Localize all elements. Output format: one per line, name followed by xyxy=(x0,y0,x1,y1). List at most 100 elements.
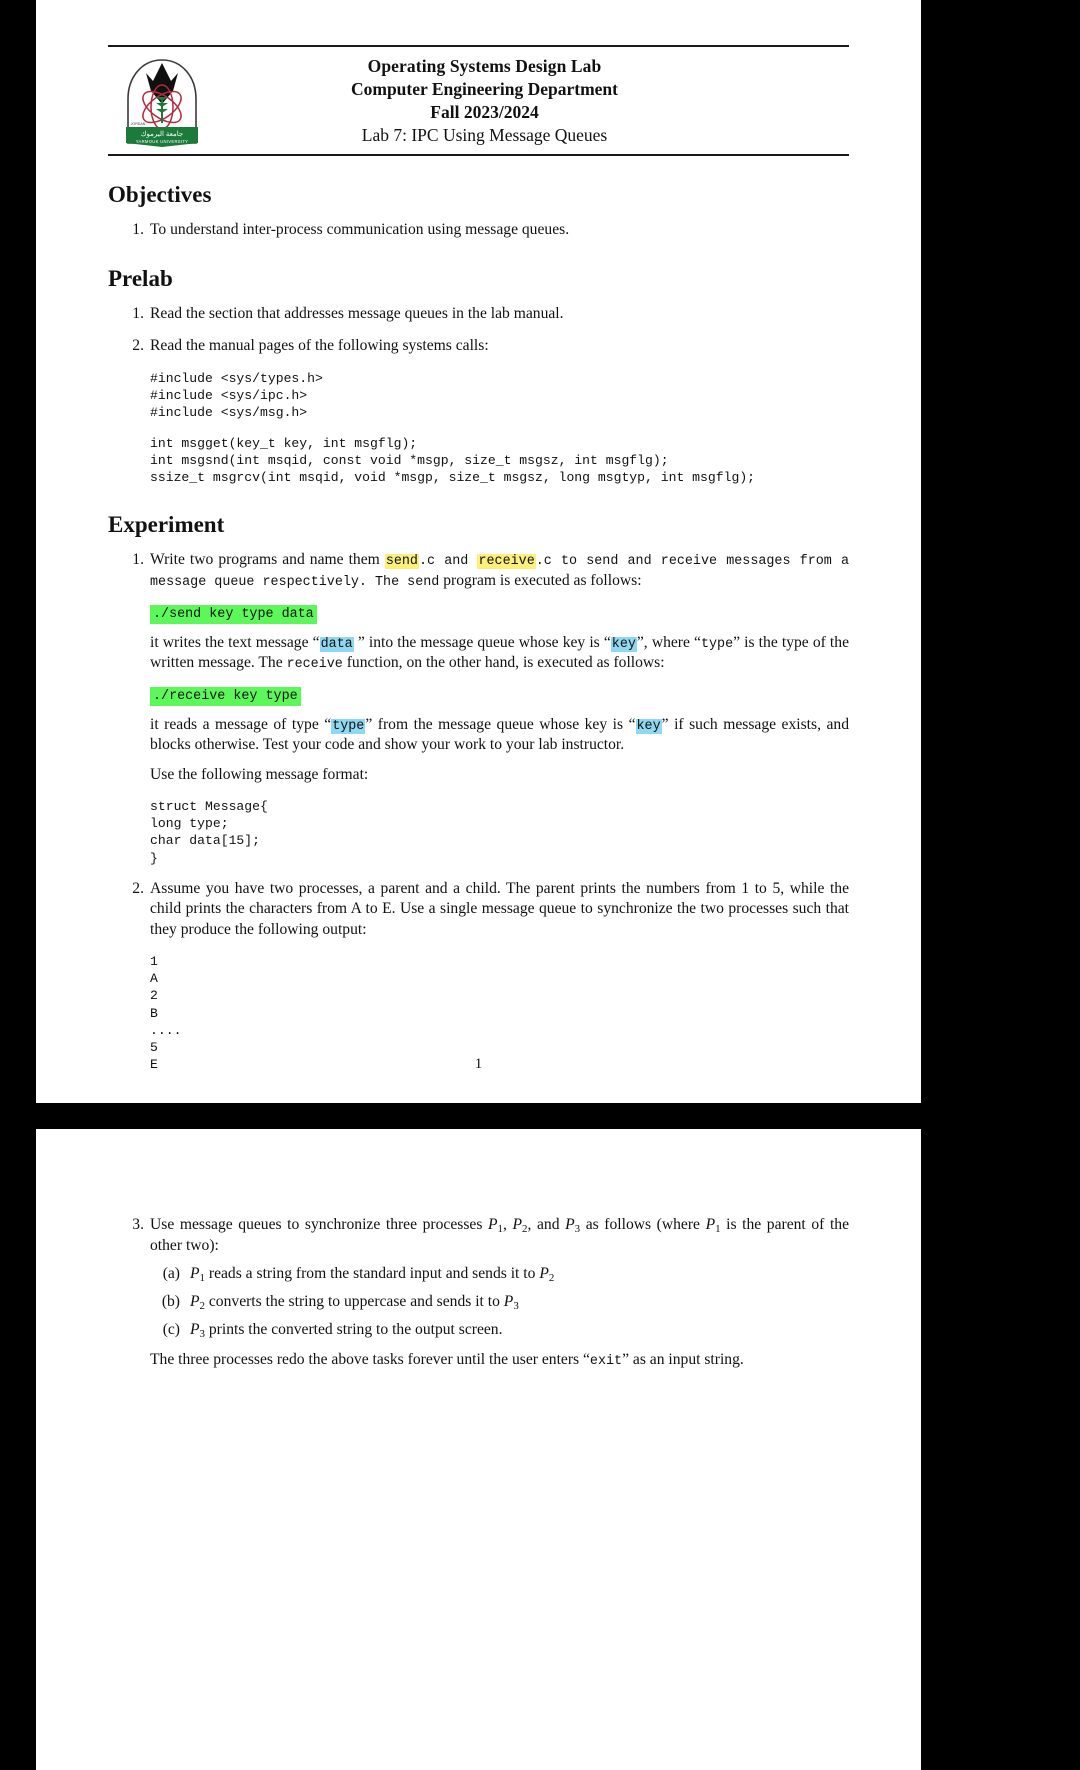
program-name-receive: receive xyxy=(286,657,343,673)
code-block-struct-message: struct Message{ long type; char data[15]… xyxy=(150,798,268,866)
text-run: it reads a message of type “ xyxy=(150,715,332,733)
math-symbol: P xyxy=(190,1264,200,1282)
math-var: P2 xyxy=(539,1264,554,1284)
code-block-prototypes: int msgget(key_t key, int msgflg); int m… xyxy=(150,435,756,486)
sub-item-text: P3 prints the converted string to the ou… xyxy=(190,1320,503,1340)
text-run: ” from the message queue whose key is “ xyxy=(365,715,636,733)
arg-type-highlight: type xyxy=(331,718,366,734)
math-p2: P2 xyxy=(512,1216,528,1235)
experiment-list: 1. Write two programs and name them send… xyxy=(108,550,849,1073)
text-run: ” into the message queue whose key is “ xyxy=(353,633,611,651)
math-symbol: P xyxy=(190,1320,200,1338)
page-separator xyxy=(0,1103,1080,1129)
header-line-department: Computer Engineering Department xyxy=(350,78,618,99)
list-item-number: 1. xyxy=(132,220,144,238)
objectives-list: 1. To understand inter-process communica… xyxy=(108,220,849,240)
paragraph-closing: The three processes redo the above tasks… xyxy=(150,1350,849,1370)
page-1-content: جامعة اليرموك YARMOUK UNIVERSITY JORDAN … xyxy=(36,0,921,1074)
command-receive: ./receive key type xyxy=(150,687,849,707)
command-send: ./send key type data xyxy=(150,605,849,625)
arg-key: key xyxy=(610,636,637,652)
command-send-text: ./send key type data xyxy=(150,605,317,625)
text-run: The three processes redo the above tasks… xyxy=(150,1351,590,1369)
code-block-includes: #include <sys/types.h> #include <sys/ipc… xyxy=(150,370,323,421)
university-logo: جامعة اليرموك YARMOUK UNIVERSITY JORDAN xyxy=(108,55,216,148)
math-var: P3 xyxy=(503,1292,519,1312)
text-run: Write two programs and name them xyxy=(150,551,385,569)
list-item: 1. Read the section that addresses messa… xyxy=(108,304,849,324)
list-item-number: 2. xyxy=(132,337,144,355)
math-symbol: P xyxy=(565,1216,575,1233)
yarmouk-university-crest-icon: جامعة اليرموك YARMOUK UNIVERSITY JORDAN xyxy=(126,59,198,148)
list-item-text: Read the manual pages of the following s… xyxy=(150,337,489,355)
text-run: converts the string to uppercase and sen… xyxy=(204,1292,504,1310)
arg-type: type xyxy=(700,636,734,652)
text-run: function, on the other hand, is executed… xyxy=(342,654,665,672)
list-item-number: 1. xyxy=(132,305,144,323)
text-run: , and xyxy=(527,1216,566,1233)
header-titles: Operating Systems Design Lab Computer En… xyxy=(216,55,849,148)
prelab-list: 1. Read the section that addresses messa… xyxy=(108,304,849,486)
text-run: prints the converted string to the outpu… xyxy=(204,1320,503,1338)
math-var: P3 xyxy=(190,1320,205,1340)
list-item-text: Assume you have two processes, a parent … xyxy=(150,879,849,938)
heading-objectives: Objectives xyxy=(108,181,212,207)
header-line-course: Operating Systems Design Lab xyxy=(367,56,602,76)
text-run: it writes the text message “ xyxy=(150,633,320,651)
list-item-number: (b) xyxy=(161,1292,180,1310)
heading-experiment: Experiment xyxy=(108,512,225,538)
heading-prelab: Prelab xyxy=(108,266,173,292)
paragraph-message-format: Use the following message format: xyxy=(150,765,369,783)
text-run: as follows (where xyxy=(580,1216,706,1233)
text-run: ” as an input string. xyxy=(622,1351,744,1369)
program-name-send: send xyxy=(407,574,440,590)
paragraph-receive-description: it reads a message of type “type” from t… xyxy=(150,715,849,756)
list-item: 1. Write two programs and name them send… xyxy=(108,550,849,867)
math-symbol: P xyxy=(488,1216,498,1233)
arg-key-highlight: key xyxy=(635,718,662,734)
math-p3: P3 xyxy=(565,1216,580,1235)
filename-send: send xyxy=(384,554,419,570)
math-var: P1 xyxy=(190,1264,205,1284)
math-symbol: P xyxy=(503,1292,514,1310)
math-symbol: P xyxy=(190,1292,200,1310)
sub-item-text: P1 reads a string from the standard inpu… xyxy=(190,1264,554,1284)
list-item: 2. Read the manual pages of the followin… xyxy=(108,336,849,486)
math-symbol: P xyxy=(512,1216,523,1233)
header-rule-bottom xyxy=(108,153,849,156)
list-item: 1. To understand inter-process communica… xyxy=(108,220,849,240)
list-item-text: Read the section that addresses message … xyxy=(150,305,564,323)
header-band: جامعة اليرموك YARMOUK UNIVERSITY JORDAN … xyxy=(108,47,849,154)
text-run: ”, where “ xyxy=(636,633,701,651)
experiment-list-continued: 3. Use message queues to synchronize thr… xyxy=(108,1215,849,1371)
list-item: (b) P2 converts the string to uppercase … xyxy=(150,1292,849,1313)
math-symbol: P xyxy=(539,1264,549,1282)
text-run: reads a string from the standard input a… xyxy=(204,1264,540,1282)
list-item: (c) P3 prints the converted string to th… xyxy=(150,1320,849,1341)
experiment-item3-sublist: (a) P1 reads a string from the standard … xyxy=(150,1264,849,1342)
svg-text:JORDAN: JORDAN xyxy=(131,122,146,126)
filename-receive: receive xyxy=(477,554,536,570)
list-item-text: To understand inter-process communicatio… xyxy=(150,220,570,238)
math-subscript: 3 xyxy=(513,1299,519,1312)
sub-item-text: P2 converts the string to uppercase and … xyxy=(190,1292,519,1312)
document-page-1: جامعة اليرموك YARMOUK UNIVERSITY JORDAN … xyxy=(36,0,921,1103)
list-item-number: (a) xyxy=(162,1264,180,1282)
list-item: 2. Assume you have two processes, a pare… xyxy=(108,879,849,1074)
list-item: (a) P1 reads a string from the standard … xyxy=(150,1264,849,1285)
page-2-content: 3. Use message queues to synchronize thr… xyxy=(36,1129,921,1371)
header-line-lab-title: Lab 7: IPC Using Message Queues xyxy=(361,125,608,146)
text-run: , xyxy=(502,1216,513,1233)
list-item-number: 3. xyxy=(132,1216,144,1233)
list-item-number: (c) xyxy=(162,1320,180,1338)
input-string-exit: exit xyxy=(589,1354,623,1370)
experiment-item3-text: Use message queues to synchronize three … xyxy=(150,1216,849,1254)
math-p1: P1 xyxy=(488,1216,503,1235)
page-number: 1 xyxy=(474,1056,483,1072)
list-item: 3. Use message queues to synchronize thr… xyxy=(108,1215,849,1371)
arg-data: data xyxy=(319,636,354,652)
svg-text:YARMOUK UNIVERSITY: YARMOUK UNIVERSITY xyxy=(136,139,189,144)
math-symbol: P xyxy=(705,1216,716,1233)
screenshot-viewport: جامعة اليرموك YARMOUK UNIVERSITY JORDAN … xyxy=(0,0,1080,1770)
list-item-number: 1. xyxy=(132,551,144,569)
